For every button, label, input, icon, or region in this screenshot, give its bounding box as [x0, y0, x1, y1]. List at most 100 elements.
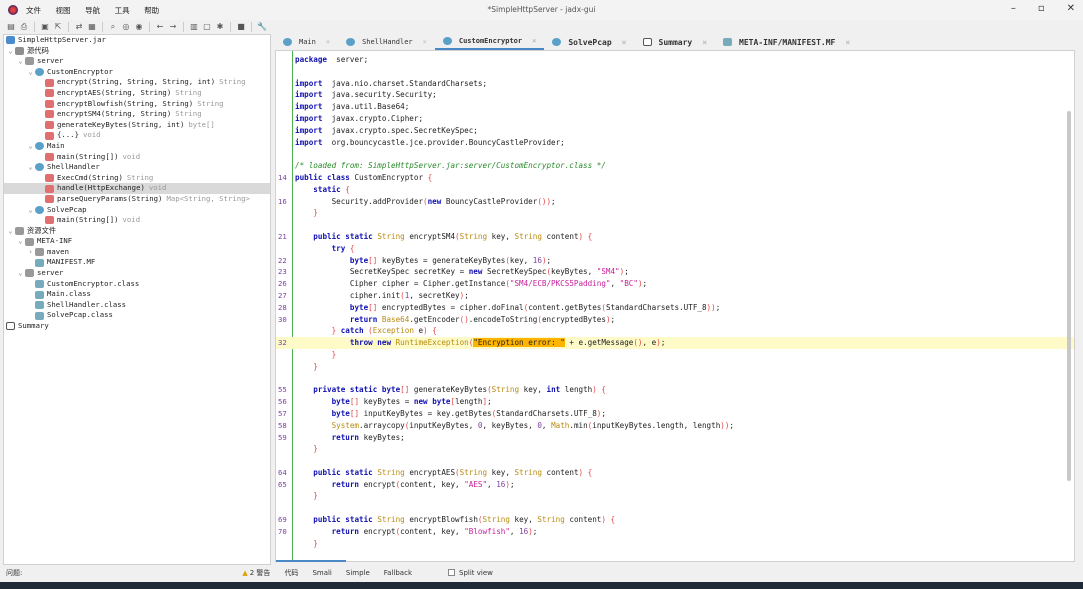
- tree-item[interactable]: ShellHandler.class: [4, 300, 270, 311]
- chevron-down-icon[interactable]: ⌄: [16, 236, 25, 247]
- code-line: 57 byte[] inputKeyBytes = key.getBytes(S…: [276, 408, 1074, 420]
- find-usage-icon[interactable]: ◉: [134, 22, 144, 32]
- chevron-down-icon[interactable]: ⌄: [26, 205, 35, 216]
- chevron-down-icon[interactable]: ⌄: [26, 162, 35, 173]
- tree-item[interactable]: parseQueryParams(String) Map<String, Stri…: [4, 194, 270, 205]
- code-token: .encodeToString: [468, 314, 538, 324]
- mode-fallback[interactable]: Fallback: [384, 569, 412, 577]
- code-token: inputKeyBytes = key.getBytes: [359, 408, 492, 418]
- code-text: Security.addProvider(new BouncyCastlePro…: [295, 196, 556, 208]
- decompile-icon[interactable]: ▥: [189, 22, 199, 32]
- menu-help[interactable]: 帮助: [144, 6, 159, 15]
- tab-close-icon[interactable]: ×: [622, 38, 627, 47]
- menu-navigate[interactable]: 导航: [85, 6, 100, 15]
- code-token: ;: [546, 255, 552, 265]
- project-tree[interactable]: SimpleHttpServer.jar ⌄ 源代码 ⌄ server ⌄ CustomEn…: [3, 34, 271, 565]
- warnings-count[interactable]: 2 警告: [250, 568, 271, 578]
- tab-main[interactable]: Main ×: [275, 34, 338, 50]
- tree-item[interactable]: encrypt(String, String, String, int) Stri…: [4, 77, 270, 88]
- open-icon[interactable]: ▤: [6, 22, 16, 32]
- split-view-checkbox[interactable]: [448, 569, 455, 576]
- chevron-down-icon[interactable]: ⌄: [16, 268, 25, 279]
- chevron-down-icon[interactable]: ⌄: [26, 67, 35, 78]
- tab-solvepcap[interactable]: SolvePcap ×: [544, 34, 634, 50]
- maximize-icon[interactable]: ▫: [1038, 3, 1045, 14]
- tab-shellhandler[interactable]: ShellHandler ×: [338, 34, 435, 50]
- tree-item[interactable]: ⌄ ShellHandler: [4, 162, 270, 173]
- code-text: }: [295, 538, 318, 550]
- tree-item[interactable]: ⌄ CustomEncryptor: [4, 67, 270, 78]
- code-token: key,: [487, 467, 515, 477]
- tree-item[interactable]: ⌄ 资源文件: [4, 226, 270, 237]
- code-token: key,: [519, 385, 547, 395]
- tree-item[interactable]: encryptSM4(String, String) String: [4, 109, 270, 120]
- tree-item[interactable]: ExecCmd(String) String: [4, 173, 270, 184]
- tab-summary[interactable]: Summary ×: [635, 34, 716, 50]
- split-view-toggle[interactable]: Split view: [448, 569, 493, 577]
- horizontal-scrollbar[interactable]: [276, 560, 346, 562]
- tree-item[interactable]: ⌄ SolvePcap: [4, 205, 270, 216]
- code-line: 26 Cipher cipher = Cipher.getInstance("S…: [276, 278, 1074, 290]
- tab-close-icon[interactable]: ×: [532, 37, 536, 45]
- tree-item[interactable]: SimpleHttpServer.jar: [4, 35, 270, 46]
- tree-item[interactable]: ⌄ server: [4, 268, 270, 279]
- tree-item[interactable]: Main.class: [4, 289, 270, 300]
- tab-close-icon[interactable]: ×: [423, 38, 427, 46]
- tree-item[interactable]: › maven: [4, 247, 270, 258]
- tab-close-icon[interactable]: ×: [845, 38, 850, 47]
- back-icon[interactable]: ←: [155, 22, 165, 32]
- log-icon[interactable]: ■: [236, 22, 246, 32]
- deobfuscation-icon[interactable]: ▢: [202, 22, 212, 32]
- tab-customencryptor[interactable]: CustomEncryptor ×: [434, 34, 545, 50]
- vertical-scrollbar[interactable]: [1067, 111, 1071, 481]
- settings-icon[interactable]: 🔧: [257, 22, 267, 32]
- save-icon[interactable]: ▣: [40, 22, 50, 32]
- search-icon[interactable]: ⌕: [108, 22, 118, 32]
- chevron-down-icon[interactable]: ⌄: [16, 56, 25, 67]
- tree-item[interactable]: ⌄ META-INF: [4, 236, 270, 247]
- close-icon[interactable]: ✕: [1067, 3, 1075, 14]
- tree-item[interactable]: MANIFEST.MF: [4, 257, 270, 268]
- flatten-icon[interactable]: ▦: [87, 22, 97, 32]
- tree-item[interactable]: {...} void: [4, 130, 270, 141]
- chevron-down-icon[interactable]: ⌄: [6, 46, 15, 57]
- tree-item[interactable]: main(String[]) void: [4, 152, 270, 163]
- debug-icon[interactable]: ✱: [215, 22, 225, 32]
- minimize-icon[interactable]: –: [1011, 3, 1016, 14]
- tree-item[interactable]: encryptAES(String, String) String: [4, 88, 270, 99]
- forward-icon[interactable]: →: [168, 22, 178, 32]
- sync-icon[interactable]: ⇄: [74, 22, 84, 32]
- code-token: "BC": [619, 279, 638, 289]
- mode-smali[interactable]: Smali: [312, 569, 331, 577]
- tree-item-type: String: [175, 109, 202, 119]
- code-token: StandardCharsets.UTF_8: [605, 302, 707, 312]
- tree-item[interactable]: generateKeyBytes(String, int) byte[]: [4, 120, 270, 131]
- mode-code[interactable]: 代码: [284, 568, 298, 578]
- tree-item[interactable]: handle(HttpExchange) void: [4, 183, 270, 194]
- code-editor[interactable]: package server; import java.nio.charset.S…: [275, 50, 1075, 562]
- code-token: Security.addProvider: [295, 196, 424, 206]
- save-all-icon[interactable]: ⎙: [19, 22, 29, 32]
- tree-item[interactable]: ⌄ server: [4, 56, 270, 67]
- tree-item[interactable]: CustomEncryptor.class: [4, 279, 270, 290]
- problems-label[interactable]: 问题:: [6, 568, 22, 578]
- tab-close-icon[interactable]: ×: [326, 38, 330, 46]
- chevron-down-icon[interactable]: ⌄: [26, 141, 35, 152]
- tree-item[interactable]: main(String[]) void: [4, 215, 270, 226]
- export-icon[interactable]: ⇱: [53, 22, 63, 32]
- find-class-icon[interactable]: ◎: [121, 22, 131, 32]
- tab-close-icon[interactable]: ×: [702, 38, 707, 47]
- tree-item[interactable]: encryptBlowfish(String, String) String: [4, 99, 270, 110]
- tree-item[interactable]: Summary: [4, 321, 270, 332]
- tree-item[interactable]: SolvePcap.class: [4, 310, 270, 321]
- tree-item[interactable]: ⌄ 源代码: [4, 46, 270, 57]
- menu-file[interactable]: 文件: [26, 6, 41, 15]
- code-token: }: [313, 491, 318, 501]
- chevron-right-icon[interactable]: ›: [26, 247, 35, 258]
- menu-tools[interactable]: 工具: [115, 6, 130, 15]
- tab-meta-inf-manifest-mf[interactable]: META-INF/MANIFEST.MF ×: [715, 34, 858, 50]
- mode-simple[interactable]: Simple: [346, 569, 370, 577]
- tree-item[interactable]: ⌄ Main: [4, 141, 270, 152]
- menu-view[interactable]: 视图: [56, 6, 71, 15]
- chevron-down-icon[interactable]: ⌄: [6, 226, 15, 237]
